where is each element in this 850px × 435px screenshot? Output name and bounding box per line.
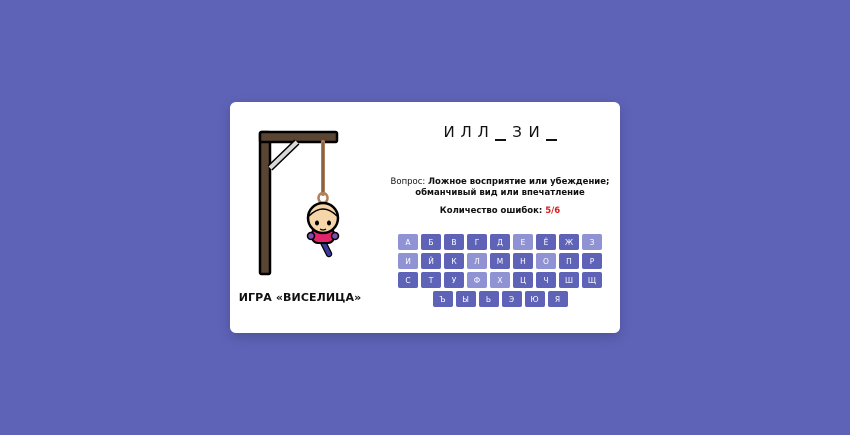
letter-key[interactable]: Ё	[536, 234, 556, 250]
letter-key[interactable]: Л	[467, 253, 487, 269]
letter-key[interactable]: Ж	[559, 234, 579, 250]
letter-key[interactable]: А	[398, 234, 418, 250]
letter-key[interactable]: Ч	[536, 272, 556, 288]
gallows-beam	[258, 130, 339, 144]
word-letter: З	[512, 123, 522, 141]
letter-key[interactable]: В	[444, 234, 464, 250]
question-text: Ложное восприятие или убеждение; обманчи…	[415, 177, 610, 198]
letter-key[interactable]: Я	[547, 291, 568, 307]
letter-key[interactable]: Т	[421, 272, 441, 288]
word-letter	[545, 123, 557, 141]
letter-key[interactable]: Ь	[478, 291, 499, 307]
letter-key[interactable]: Й	[421, 253, 441, 269]
letter-key[interactable]: Г	[467, 234, 487, 250]
letter-key[interactable]: И	[398, 253, 418, 269]
error-counter: Количество ошибок: 5/6	[390, 206, 610, 216]
letter-key[interactable]: О	[536, 253, 556, 269]
hangman-figure	[306, 201, 340, 258]
letter-key[interactable]: П	[559, 253, 579, 269]
letter-key[interactable]: К	[444, 253, 464, 269]
word-letter: И	[528, 123, 540, 141]
gallows-post	[258, 130, 272, 276]
word-letter: И	[443, 123, 455, 141]
letter-key[interactable]: Д	[490, 234, 510, 250]
question-label: Вопрос:	[390, 177, 426, 187]
word-letter	[494, 123, 506, 141]
word-display: ИЛЛЗИ	[390, 123, 610, 141]
errors-label: Количество ошибок:	[439, 206, 543, 216]
game-title: ИГРА «ВИСЕЛИЦА»	[238, 291, 362, 304]
word-letter: Л	[460, 123, 472, 141]
letter-key[interactable]: Р	[582, 253, 602, 269]
letter-key[interactable]: З	[582, 234, 602, 250]
letter-key[interactable]: Е	[513, 234, 533, 250]
letter-key[interactable]: С	[398, 272, 418, 288]
errors-count: 5/6	[545, 206, 561, 216]
letter-key[interactable]: М	[490, 253, 510, 269]
question: Вопрос: Ложное восприятие или убеждение;…	[390, 177, 610, 199]
gallows-illustration	[258, 130, 340, 276]
letter-key[interactable]: Э	[501, 291, 522, 307]
letter-keyboard: АБВГДЕЁЖЗ ИЙКЛМНОПР СТУФХЦЧШЩ ЪЫЬЭЮЯ	[398, 234, 602, 307]
letter-key[interactable]: Ц	[513, 272, 533, 288]
letter-key[interactable]: Ю	[524, 291, 545, 307]
letter-key[interactable]: Ш	[559, 272, 579, 288]
letter-key[interactable]: Ф	[467, 272, 487, 288]
word-letter: Л	[477, 123, 489, 141]
letter-key[interactable]: Н	[513, 253, 533, 269]
letter-key[interactable]: Ы	[455, 291, 476, 307]
game-card: ИГРА «ВИСЕЛИЦА» ИЛЛЗИ Вопрос: Ложное вос…	[230, 102, 620, 333]
letter-key[interactable]: Ъ	[432, 291, 453, 307]
letter-key[interactable]: Б	[421, 234, 441, 250]
letter-key[interactable]: Щ	[582, 272, 602, 288]
letter-key[interactable]: У	[444, 272, 464, 288]
letter-key[interactable]: Х	[490, 272, 510, 288]
